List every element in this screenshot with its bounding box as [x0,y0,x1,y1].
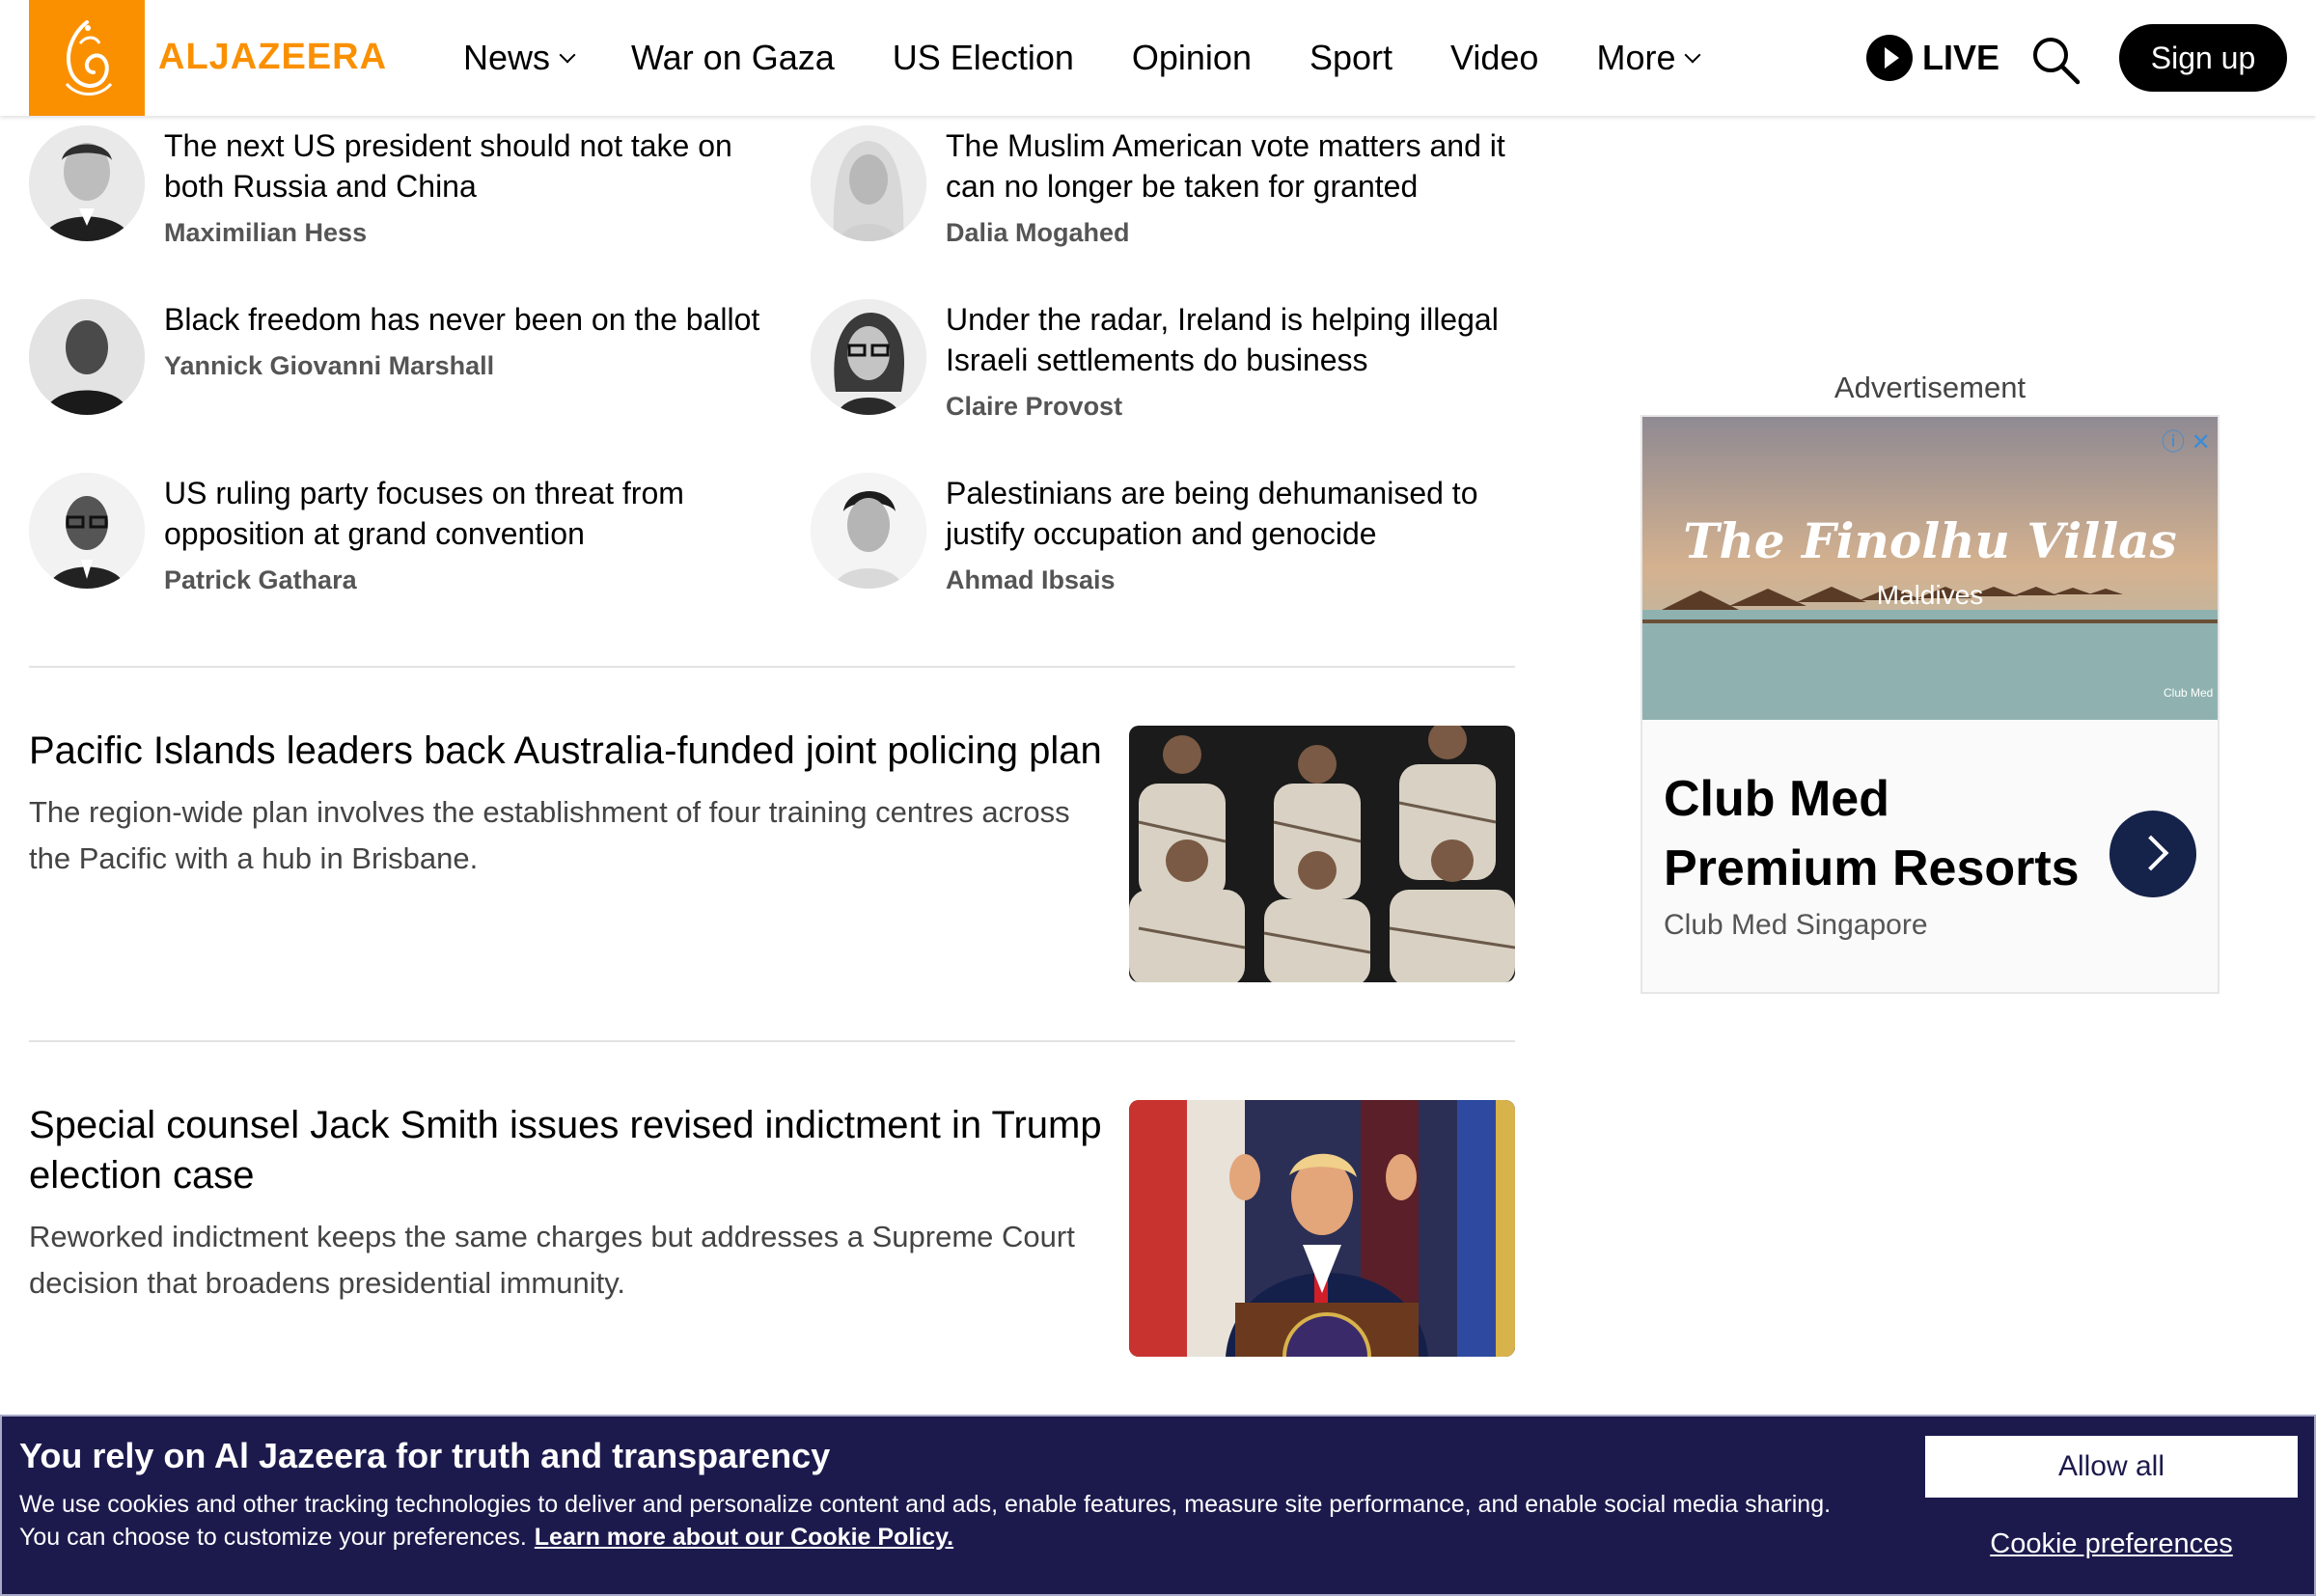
opinion-title[interactable]: The Muslim American vote matters and it … [946,125,1544,206]
ad-image[interactable]: The Finolhu Villas Maldives Club Med [1642,417,2218,720]
nav-us-election[interactable]: US Election [893,38,1074,78]
story-title[interactable]: Pacific Islands leaders back Australia-f… [29,726,1119,776]
avatar [811,473,926,589]
chevron-down-icon [559,46,576,64]
nav-more[interactable]: More [1596,38,1701,78]
nav-sport[interactable]: Sport [1310,38,1392,78]
opinion-title[interactable]: Under the radar, Ireland is helping ille… [946,299,1544,380]
logo-emblem[interactable] [29,0,145,116]
cookie-policy-link[interactable]: Learn more about our Cookie Policy. [535,1524,953,1551]
chevron-right-icon[interactable] [2109,811,2196,897]
ad-label: Advertisement [1834,371,2026,404]
opinion-author[interactable]: Maximilian Hess [164,218,762,248]
avatar [29,125,145,241]
opinion-title[interactable]: Palestinians are being dehumanised to ju… [946,473,1544,554]
cookie-banner: You rely on Al Jazeera for truth and tra… [0,1415,2316,1596]
live-button[interactable]: LIVE [1866,35,1999,81]
opinion-title[interactable]: The next US president should not take on… [164,125,762,206]
ad-image-title: The Finolhu Villas [1683,512,2177,569]
nav-war-on-gaza-label: War on Gaza [631,38,835,77]
nav-video-label: Video [1450,38,1539,77]
nav-video[interactable]: Video [1450,38,1538,78]
section-divider [29,1040,1515,1042]
nav-war-on-gaza[interactable]: War on Gaza [631,38,835,78]
opinion-author[interactable]: Claire Provost [946,392,1544,422]
opinion-author[interactable]: Ahmad Ibsais [946,565,1544,595]
nav-news-label: News [463,38,551,77]
nav-news[interactable]: News [463,38,576,78]
story-summary: Reworked indictment keeps the same charg… [29,1220,1075,1300]
opinion-author[interactable]: Dalia Mogahed [946,218,1544,248]
ad-info-close-icon[interactable]: ⓘ ✕ [2162,423,2211,456]
signup-button[interactable]: Sign up [2119,24,2287,92]
story-title[interactable]: Special counsel Jack Smith issues revise… [29,1100,1119,1200]
nav-sport-label: Sport [1309,38,1393,77]
play-icon [1866,35,1913,81]
ad-image-subtitle: Maldives [1877,580,1983,610]
cookie-preferences-link[interactable]: Cookie preferences [1925,1528,2298,1560]
brand-wordmark[interactable]: ALJAZEERA [158,37,387,78]
nav-opinion[interactable]: Opinion [1132,38,1252,78]
avatar [811,299,926,415]
avatar [29,299,145,415]
opinion-author[interactable]: Patrick Gathara [164,565,762,595]
allow-all-button[interactable]: Allow all [1925,1436,2298,1498]
story-summary: The region-wide plan involves the establ… [29,795,1070,875]
nav-opinion-label: Opinion [1131,38,1252,77]
ad-brand-logo: Club Med [2164,686,2213,700]
story-card[interactable]: Special counsel Jack Smith issues revise… [29,1100,1515,1357]
cookie-body: We use cookies and other tracking techno… [19,1488,1834,1554]
chevron-down-icon [1684,46,1701,64]
opinion-author[interactable]: Yannick Giovanni Marshall [164,351,762,381]
nav-us-election-label: US Election [892,38,1074,77]
opinion-title[interactable]: US ruling party focuses on threat from o… [164,473,762,554]
story-card[interactable]: Pacific Islands leaders back Australia-f… [29,726,1515,982]
avatar [29,473,145,589]
live-label: LIVE [1922,38,2000,77]
search-icon[interactable] [2030,35,2081,85]
avatar [811,125,926,241]
cookie-title: You rely on Al Jazeera for truth and tra… [19,1436,831,1475]
aljazeera-logo-icon [65,20,113,96]
section-divider [29,666,1515,668]
site-header: ALJAZEERA News War on Gaza US Election O… [0,0,2316,116]
ad-heading[interactable]: Club Med Premium Resorts [1664,764,2088,903]
opinion-title[interactable]: Black freedom has never been on the ball… [164,299,762,340]
story-image[interactable] [1129,1100,1515,1357]
ad-card[interactable]: The Finolhu Villas Maldives Club Med ⓘ ✕… [1640,415,2220,994]
story-image[interactable] [1129,726,1515,982]
ad-advertiser: Club Med Singapore [1664,909,1928,941]
nav-more-label: More [1596,38,1676,77]
main-nav: News War on Gaza US Election Opinion Spo… [463,0,1756,116]
